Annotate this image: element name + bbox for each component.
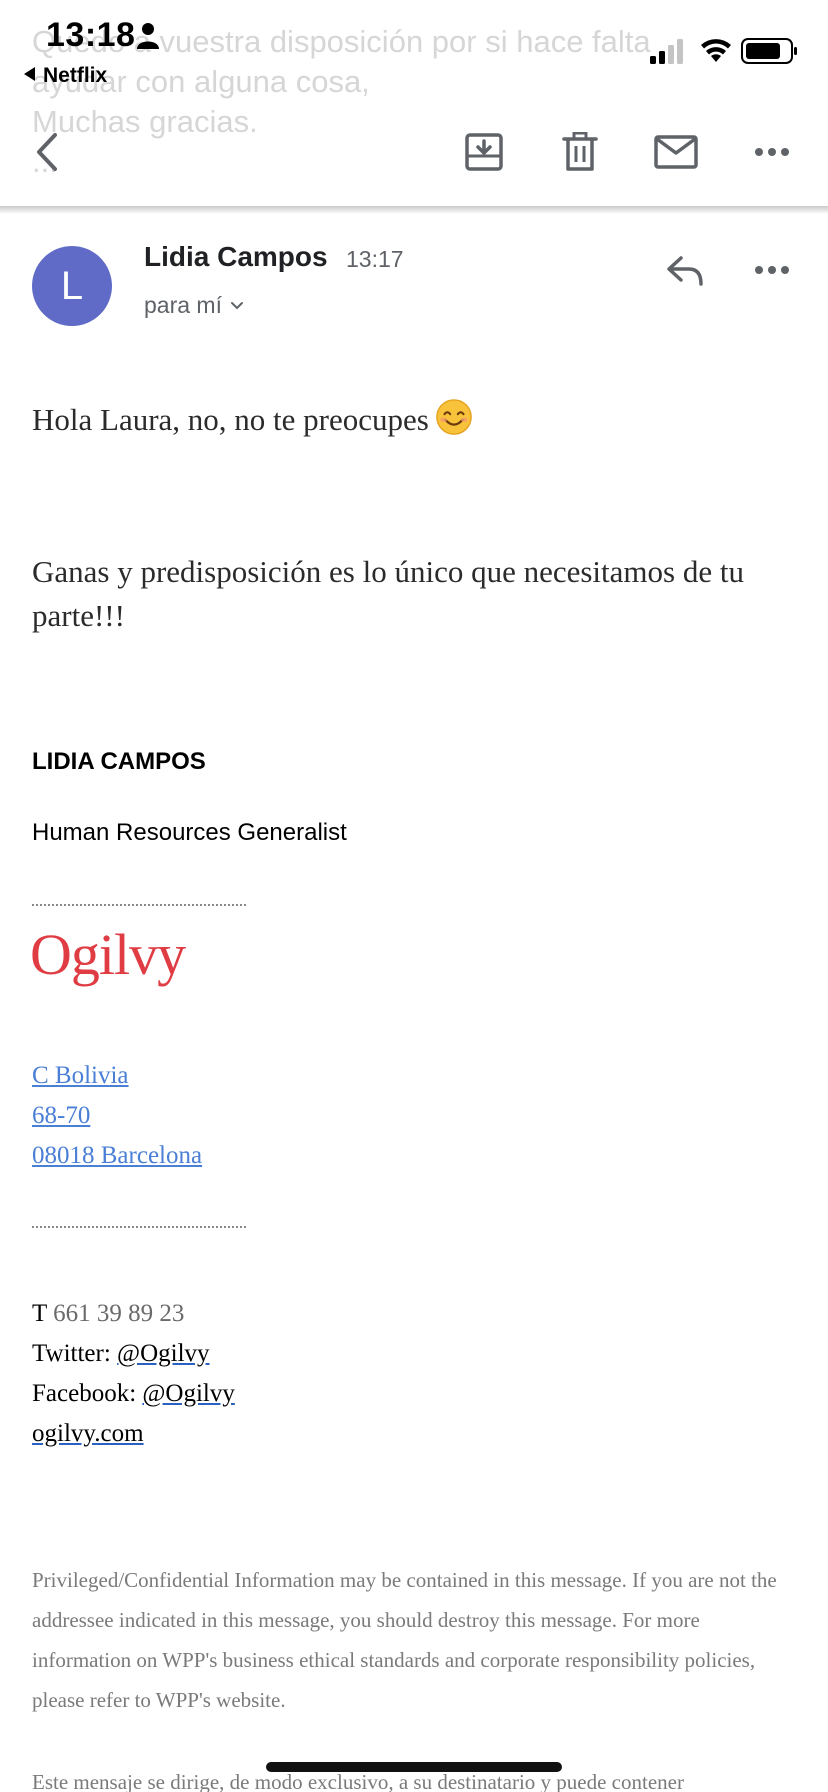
back-to-app-link[interactable]: Netflix: [24, 64, 107, 88]
sent-time: 13:17: [346, 246, 404, 272]
mark-unread-button[interactable]: [650, 126, 702, 178]
archive-icon: [465, 133, 503, 171]
archive-button[interactable]: [458, 126, 510, 178]
signature-title: Human Resources Generalist: [32, 819, 347, 846]
twitter-link[interactable]: @Ogilvy: [117, 1340, 209, 1367]
website-link[interactable]: ogilvy.com: [32, 1420, 144, 1447]
delete-button[interactable]: [554, 126, 606, 178]
person-icon: [137, 23, 159, 49]
trash-icon: [562, 132, 598, 171]
address-link[interactable]: 08018 Barcelona: [32, 1142, 202, 1170]
body-paragraph: Hola Laura, no, no te preocupes: [32, 398, 802, 442]
recipient-label: para mí: [144, 292, 222, 318]
twitter-line: Twitter: @Ogilvy: [32, 1340, 210, 1368]
recipient-details-toggle[interactable]: para mí: [144, 292, 244, 319]
home-indicator[interactable]: [266, 1762, 562, 1772]
body-paragraph: Ganas y predisposición es lo único que n…: [32, 554, 744, 633]
facebook-line: Facebook: @Ogilvy: [32, 1380, 235, 1408]
address-link[interactable]: C Bolivia: [32, 1062, 129, 1090]
message-more-button[interactable]: [746, 252, 798, 288]
more-horizontal-icon: [755, 266, 789, 274]
twitter-label: Twitter:: [32, 1340, 111, 1367]
ogilvy-logo: Ogilvy: [30, 922, 186, 987]
divider: [32, 1226, 246, 1228]
signature-name: LIDIA CAMPOS: [32, 748, 206, 775]
smiling-face-emoji-icon: [436, 399, 472, 435]
back-button[interactable]: [20, 126, 72, 178]
status-time: 13:18: [46, 16, 136, 54]
more-options-button[interactable]: [746, 126, 798, 178]
header-shadow: [0, 206, 828, 214]
sender-name: Lidia Campos: [144, 241, 328, 272]
status-icons: [650, 38, 797, 64]
disclaimer-en: Privileged/Confidential Information may …: [32, 1568, 777, 1712]
wifi-icon: [701, 39, 731, 62]
chevron-down-icon: [230, 301, 243, 309]
back-app-label: Netflix: [43, 64, 108, 87]
scrolled-line: ayudar con alguna cosa,: [32, 64, 370, 99]
back-triangle-icon: [24, 67, 35, 81]
address-link[interactable]: 68-70: [32, 1102, 90, 1130]
top-header: Quedo a vuestra disposición por si hace …: [0, 0, 828, 208]
facebook-label: Facebook:: [32, 1380, 137, 1407]
chevron-left-icon: [37, 133, 57, 171]
more-horizontal-icon: [755, 148, 789, 156]
mail-icon: [654, 135, 698, 169]
phone-number[interactable]: 661 39 89 23: [53, 1300, 184, 1327]
reply-icon: [667, 256, 703, 286]
battery-icon: [741, 38, 797, 64]
avatar[interactable]: L: [32, 246, 112, 326]
facebook-link[interactable]: @Ogilvy: [142, 1380, 234, 1407]
body-text: Hola Laura, no, no te preocupes: [32, 402, 429, 437]
reply-button[interactable]: [658, 248, 712, 292]
phone-line: T 661 39 89 23: [32, 1300, 184, 1328]
phone-label: T: [32, 1300, 47, 1327]
divider: [32, 904, 246, 906]
website-line: ogilvy.com: [32, 1420, 144, 1448]
signal-icon: [650, 39, 683, 64]
